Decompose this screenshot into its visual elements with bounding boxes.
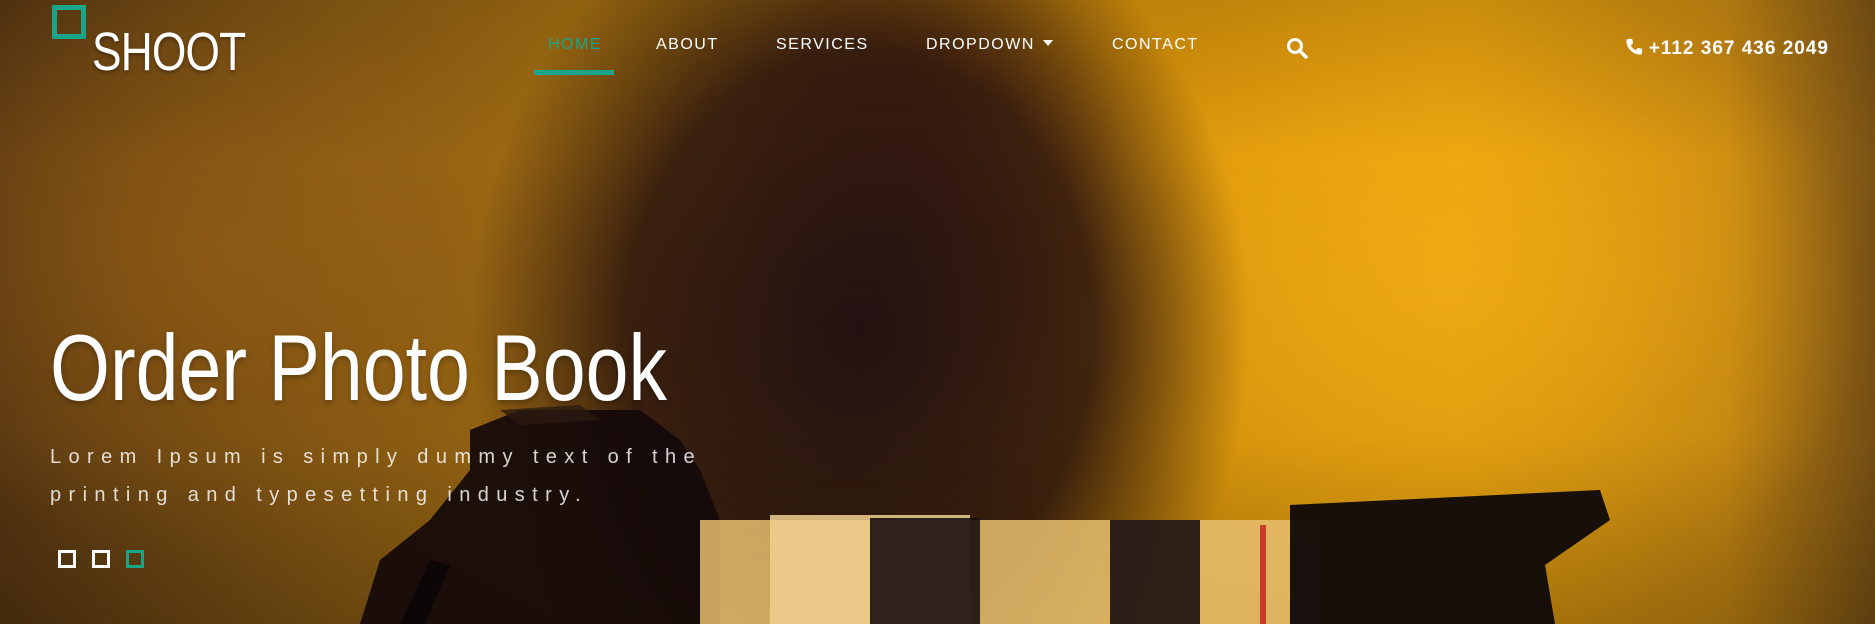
slide-dot-2[interactable]	[92, 550, 110, 568]
nav-active-indicator	[534, 70, 614, 75]
nav-contact[interactable]: CONTACT	[1112, 36, 1199, 54]
nav-dropdown-label: DROPDOWN	[926, 36, 1035, 53]
nav-dropdown[interactable]: DROPDOWN	[926, 36, 1053, 54]
hero-subtitle: Lorem Ipsum is simply dummy text of the …	[50, 446, 703, 506]
nav-home[interactable]: HOME	[548, 36, 602, 54]
nav-about[interactable]: ABOUT	[656, 36, 719, 54]
logo-square-icon	[52, 5, 86, 39]
navbar: SHOOT HOME ABOUT SERVICES DROPDOWN CONTA…	[0, 0, 1875, 80]
camera-image	[360, 405, 1610, 624]
chevron-down-icon	[1042, 39, 1053, 46]
logo[interactable]: SHOOT	[52, 5, 252, 85]
nav-services[interactable]: SERVICES	[776, 36, 869, 54]
slide-dot-1[interactable]	[58, 550, 76, 568]
phone-number: +112 367 436 2049	[1648, 38, 1829, 59]
phone-icon	[1626, 38, 1642, 55]
hero-title: Order Photo Book	[50, 315, 667, 420]
logo-text: SHOOT	[92, 22, 246, 82]
search-icon[interactable]	[1286, 37, 1310, 61]
phone-contact[interactable]: +112 367 436 2049	[1625, 38, 1829, 62]
slide-dot-3[interactable]	[126, 550, 144, 568]
